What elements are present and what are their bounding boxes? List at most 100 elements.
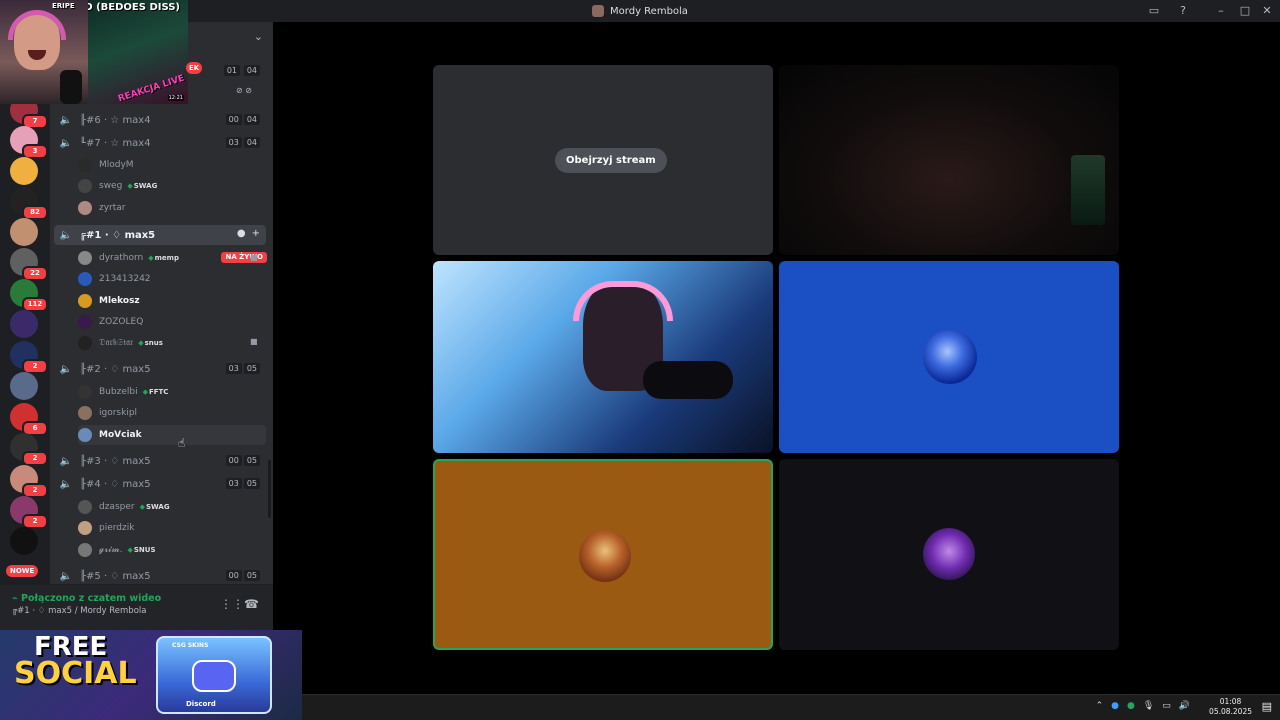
invite-icon[interactable]: +	[252, 228, 260, 239]
voice-user[interactable]: dyrathorn ◆memp	[78, 248, 266, 268]
voice-user[interactable]: pierdzik	[78, 518, 266, 538]
voice-channel-path[interactable]: ╔#1 · ♢ max5 / Mordy Rembola	[12, 606, 146, 616]
notifications-icon[interactable]: ▤	[1262, 700, 1272, 713]
avatar	[78, 314, 92, 329]
voice-user[interactable]: dzasper ◆SWAG	[78, 497, 266, 517]
voice-user[interactable]: 𝓰𝓻𝓲𝓶. ◆SNUS	[78, 540, 266, 560]
chat-icon[interactable]: ●	[237, 228, 246, 239]
microphone-icon[interactable]: 🎙	[1143, 701, 1154, 711]
stream-tile[interactable]: Obejrzyj stream	[433, 65, 773, 255]
username: Mlekosz	[99, 295, 140, 306]
username: zyrtar	[99, 202, 126, 213]
guild-tag: ◆snus	[138, 339, 163, 347]
username: pierdzik	[99, 523, 135, 534]
voice-channel-5[interactable]: 🔈 ╟#5 · ♢ max5 00 05	[54, 566, 266, 584]
voice-status-panel: ⌁ Połączono z czatem wideo ╔#1 · ♢ max5 …	[0, 584, 273, 630]
avatar	[78, 427, 92, 442]
username: dzasper	[99, 502, 135, 512]
server-icon[interactable]	[10, 372, 38, 400]
user-tile-blue[interactable]	[779, 261, 1119, 453]
channel-count-max: 05	[243, 478, 260, 489]
window-title-text: Mordy Rembola	[610, 5, 688, 17]
promo-overlay: FREE SOCIAL CSG SKINS Discord	[0, 630, 302, 720]
voice-channel-1[interactable]: 🔈 ╔#1 · ♢ max5 ● +	[54, 225, 266, 245]
server-icon[interactable]	[10, 310, 38, 338]
channel-count-in: 03	[225, 478, 242, 489]
video-thumbnail-overlay: RAPUJ K#!?O (BEDOES DISS) REAKCJA LIVE 1…	[88, 0, 188, 104]
voice-user[interactable]: zyrtar	[78, 198, 266, 218]
guild-tag: ◆memp	[148, 254, 179, 262]
channel-count-max: 05	[243, 455, 260, 466]
video-duration: 12:21	[167, 95, 184, 101]
top-channel-counts: 01 04	[223, 61, 266, 81]
maximize-button[interactable]: □	[1238, 4, 1252, 18]
voice-user[interactable]: 213413242	[78, 269, 266, 289]
guild-tag-text: memp	[154, 254, 179, 262]
voice-channel-6[interactable]: 🔈 ╟#6 · ☆ max4 00 04	[54, 110, 266, 130]
voice-user[interactable]: ZOZOLEQ	[78, 312, 266, 332]
voice-user[interactable]: igorskipl	[78, 403, 266, 423]
channel-count-max: 04	[243, 114, 260, 125]
channel-name: ╟#5 · ♢ max5	[80, 570, 151, 582]
server-icon[interactable]	[10, 527, 38, 555]
server-mention-badge: 2	[22, 451, 48, 466]
minimize-button[interactable]: –	[1214, 4, 1228, 18]
voice-channel-4[interactable]: 🔈 ╟#4 · ♢ max5 03 05	[54, 474, 266, 494]
guild-tag: ◆SNUS	[127, 546, 155, 554]
tag-icon: ◆	[142, 388, 148, 396]
volume-icon[interactable]: 🔊	[1179, 701, 1190, 711]
clock[interactable]: 01:08 05.08.2025	[1209, 697, 1252, 717]
sidebar-scrollbar[interactable]	[268, 460, 271, 518]
network-icon[interactable]: ▭	[1162, 701, 1171, 711]
voice-user[interactable]: MlodyM	[78, 155, 266, 175]
close-button[interactable]: ✕	[1260, 4, 1274, 18]
server-icon[interactable]	[10, 218, 38, 246]
guild-tag-text: FFTC	[148, 388, 169, 396]
chevron-up-icon[interactable]: ⌃	[1096, 701, 1104, 711]
user-avatar	[923, 330, 977, 384]
webcam-tile-streamer[interactable]	[433, 261, 773, 453]
discord-window: Mordy Rembola ▭ ? – □ ✕ 7 3 82 22 112 2 6 2 2 2 N…	[0, 0, 1280, 720]
voice-channel-3[interactable]: 🔈 ╟#3 · ♢ max5 00 05	[54, 451, 266, 471]
avatar	[78, 179, 92, 194]
headphones-shape	[573, 281, 673, 321]
voice-user[interactable]: MoVciak	[78, 424, 266, 445]
avatar	[78, 272, 92, 287]
microphone-shape	[643, 361, 733, 399]
watch-stream-button[interactable]: Obejrzyj stream	[555, 148, 667, 173]
channel-count-in: 03	[225, 363, 242, 374]
app-tray-icon[interactable]: ●	[1127, 701, 1135, 711]
guild-tag: ◆FFTC	[143, 388, 169, 396]
webcam-tile-dark[interactable]	[779, 65, 1119, 255]
promo-case-image: CSG SKINS Discord	[156, 636, 272, 714]
noise-suppression-icon[interactable]: ⋮⋮	[220, 597, 244, 611]
avatar	[78, 521, 92, 536]
user-tile-speaking[interactable]	[433, 459, 773, 650]
channel-count-max: 05	[243, 570, 260, 581]
disconnect-icon[interactable]: ☎	[244, 597, 259, 611]
chevron-down-icon[interactable]: ⌄	[254, 30, 263, 43]
app-tray-icon[interactable]: ●	[1111, 701, 1119, 711]
avatar	[78, 200, 92, 215]
channel-name: ╙#7 · ☆ max4	[80, 137, 151, 149]
voice-channel-7[interactable]: 🔈 ╙#7 · ☆ max4 03 04	[54, 133, 266, 153]
voice-connected-status[interactable]: ⌁ Połączono z czatem wideo	[12, 593, 161, 604]
voice-user[interactable]: Mlekosz	[78, 291, 266, 311]
username: MlodyM	[99, 160, 134, 170]
username: MoVciak	[99, 429, 142, 440]
promo-brand: CSG SKINS	[172, 642, 209, 649]
count-max: 04	[243, 65, 260, 76]
user-tile-purple[interactable]	[779, 459, 1119, 650]
voice-user[interactable]: sweg ◆SWAG	[78, 176, 266, 196]
speaker-icon: 🔈	[59, 137, 73, 149]
voice-user[interactable]: Bubzelbi ◆FFTC	[78, 382, 266, 402]
server-icon[interactable]	[10, 157, 38, 185]
voice-user[interactable]: 𝔇𝔞𝔯𝔨𝔖𝔱𝔞𝔯 ◆snus	[78, 333, 266, 353]
help-icon[interactable]: ?	[1176, 4, 1190, 18]
clock-time: 01:08	[1219, 697, 1242, 706]
inbox-icon[interactable]: ▭	[1147, 4, 1161, 18]
headphones-shape	[8, 10, 66, 40]
voice-channel-2[interactable]: 🔈 ╟#2 · ♢ max5 03 05	[54, 359, 266, 379]
clock-date: 05.08.2025	[1209, 707, 1252, 716]
deafened-icon: ⊘ ⊘	[236, 86, 252, 95]
